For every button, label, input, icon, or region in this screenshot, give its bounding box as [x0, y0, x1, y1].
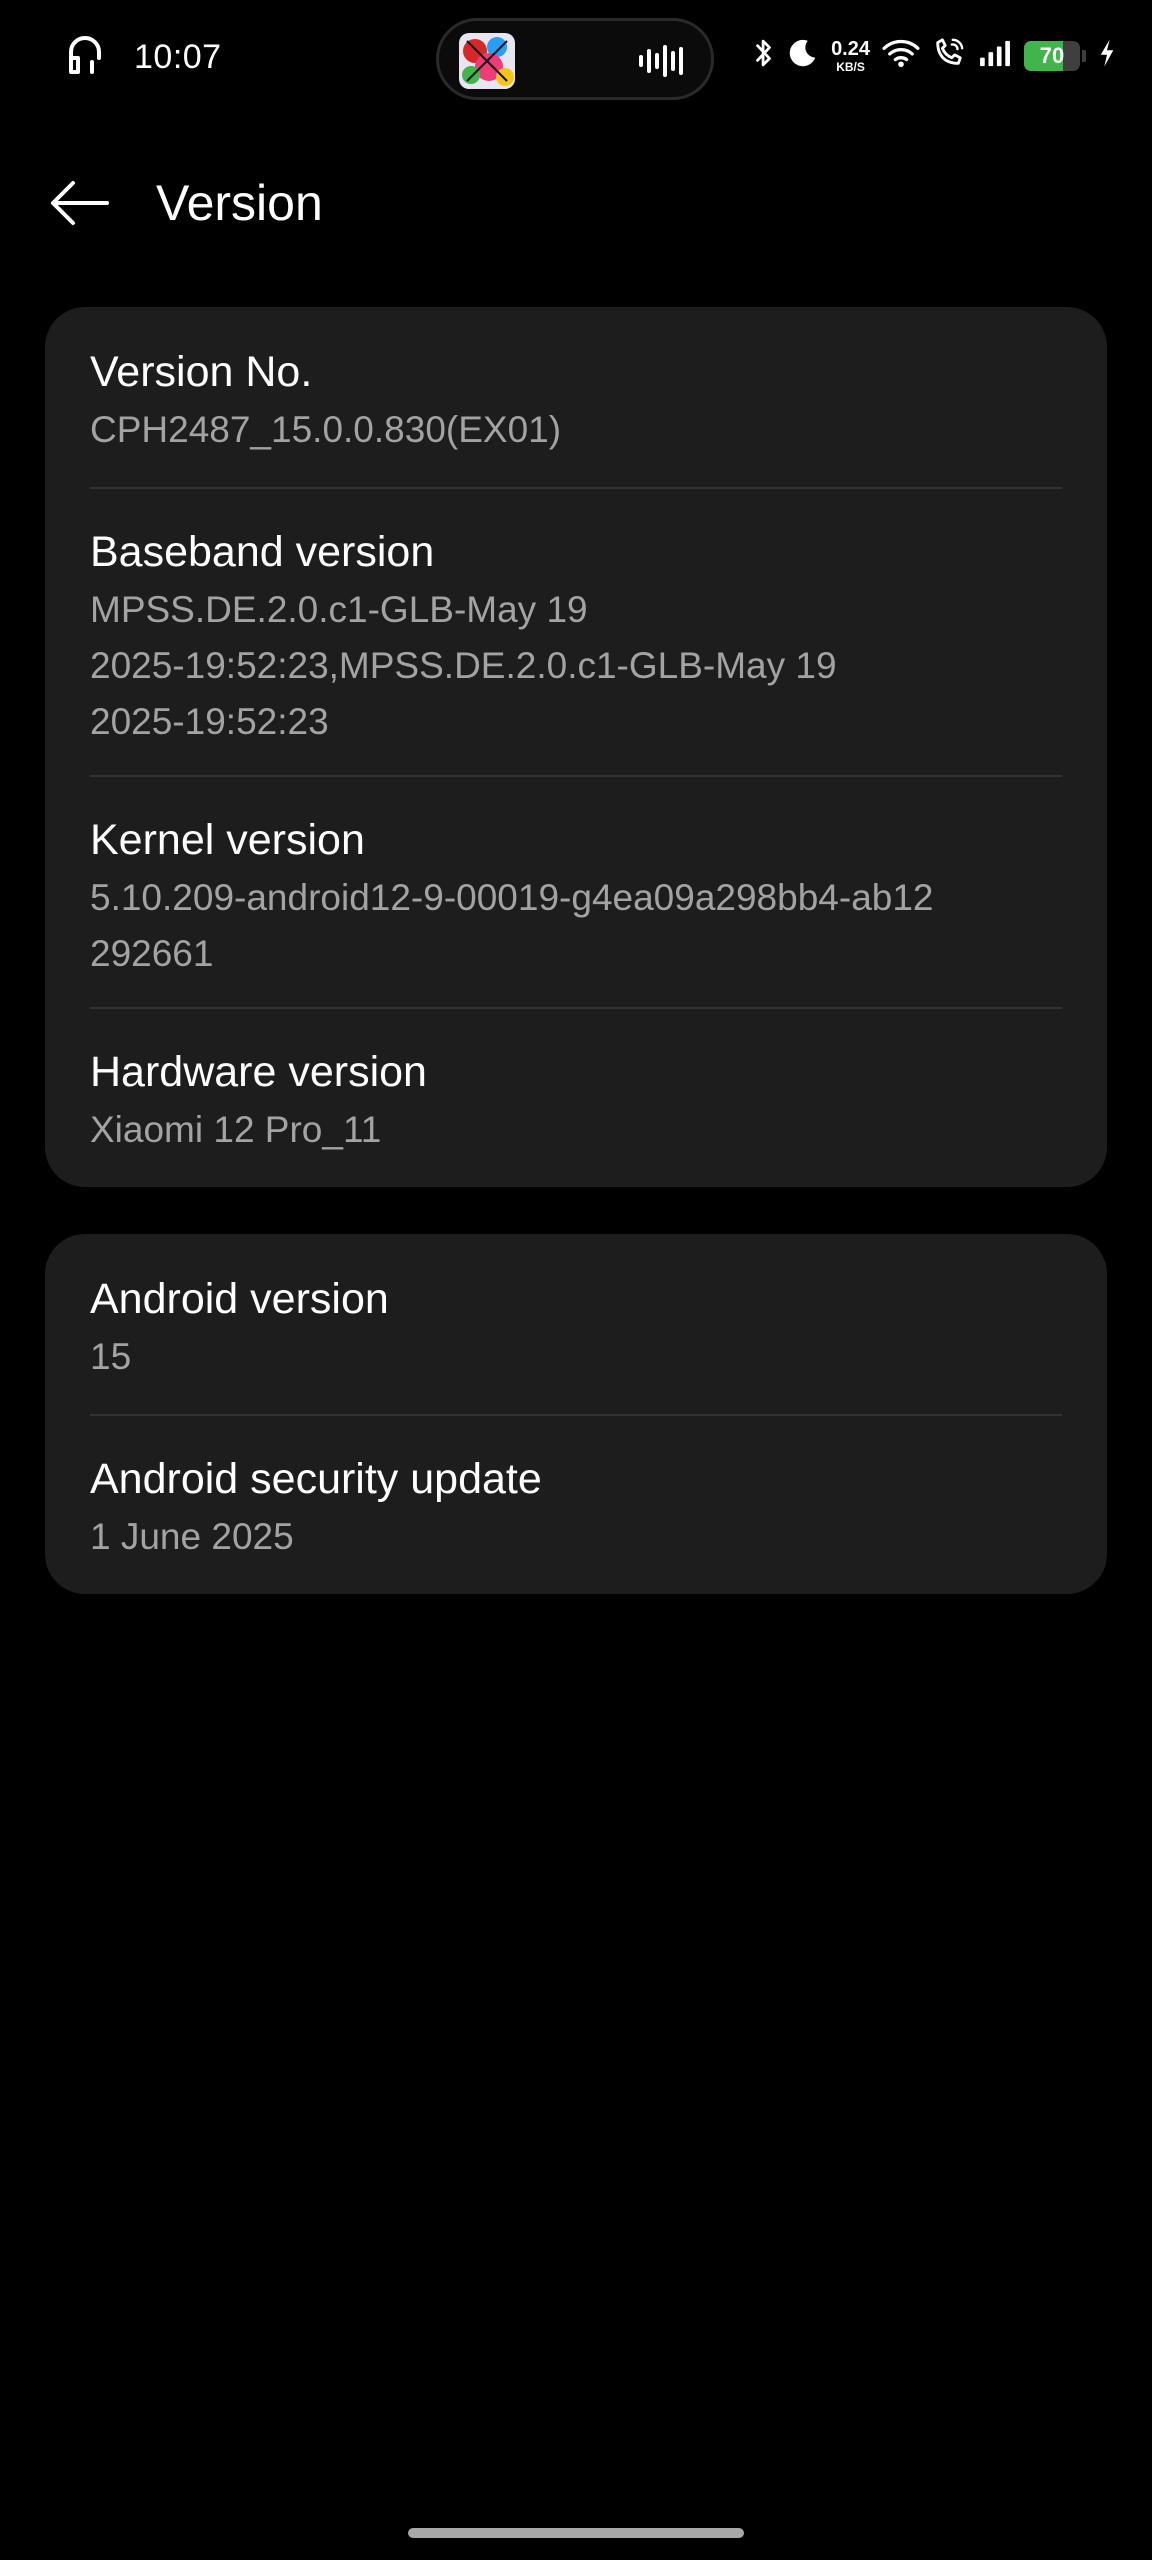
security-update-title: Android security update — [90, 1455, 542, 1503]
hardware-version-value: Xiaomi 12 Pro_11 — [90, 1109, 382, 1150]
headphones-icon — [62, 30, 112, 85]
kernel-version-title: Kernel version — [90, 816, 365, 864]
back-button[interactable] — [34, 168, 124, 238]
baseband-version-item[interactable]: Baseband version MPSS.DE.2.0.c1-GLB-May … — [90, 487, 1062, 775]
android-version-title: Android version — [90, 1275, 389, 1323]
status-right: 0.24 KB/S 70 — [753, 36, 1116, 75]
battery-icon: 70 — [1024, 40, 1080, 71]
wifi-calling-icon — [932, 37, 966, 74]
arrow-left-icon — [51, 181, 109, 225]
battery-cap — [1082, 49, 1086, 62]
now-playing-island[interactable] — [436, 18, 714, 100]
version-number-value: CPH2487_15.0.0.830(EX01) — [90, 409, 562, 450]
status-left: 10:07 — [62, 30, 222, 85]
android-version-value: 15 — [90, 1336, 132, 1377]
version-info-card: Version No. CPH2487_15.0.0.830(EX01) Bas… — [45, 307, 1107, 1187]
charging-bolt-icon — [1098, 37, 1116, 74]
cellular-signal-icon — [978, 39, 1012, 72]
status-bar: 10:07 0.24 KB/S 70 — [0, 0, 1152, 118]
version-number-item[interactable]: Version No. CPH2487_15.0.0.830(EX01) — [90, 307, 1062, 487]
version-number-title: Version No. — [90, 348, 313, 396]
hardware-version-item[interactable]: Hardware version Xiaomi 12 Pro_11 — [90, 1007, 1062, 1187]
wifi-icon — [882, 38, 920, 73]
android-info-card: Android version 15 Android security upda… — [45, 1234, 1107, 1594]
battery-level: 70 — [1039, 42, 1065, 68]
hardware-version-title: Hardware version — [90, 1048, 427, 1096]
baseband-version-value: MPSS.DE.2.0.c1-GLB-May 19 2025-19:52:23,… — [90, 589, 837, 742]
android-version-item[interactable]: Android version 15 — [90, 1234, 1062, 1414]
kernel-version-item[interactable]: Kernel version 5.10.209-android12-9-0001… — [90, 775, 1062, 1007]
security-update-value: 1 June 2025 — [90, 1516, 294, 1557]
now-playing-artwork — [459, 33, 515, 89]
bluetooth-icon — [753, 36, 775, 75]
audio-wave-icon — [637, 43, 685, 84]
baseband-version-title: Baseband version — [90, 528, 435, 576]
page-title: Version — [156, 175, 323, 231]
app-bar: Version — [0, 150, 1152, 256]
kernel-version-value: 5.10.209-android12-9-00019-g4ea09a298bb4… — [90, 877, 934, 974]
network-speed-value: 0.24 — [831, 37, 870, 60]
do-not-disturb-moon-icon — [787, 37, 819, 74]
security-update-item[interactable]: Android security update 1 June 2025 — [90, 1414, 1062, 1594]
status-time: 10:07 — [134, 38, 222, 76]
network-speed-unit: KB/S — [836, 59, 865, 74]
home-indicator[interactable] — [408, 2528, 744, 2538]
network-speed: 0.24 KB/S — [831, 39, 870, 73]
